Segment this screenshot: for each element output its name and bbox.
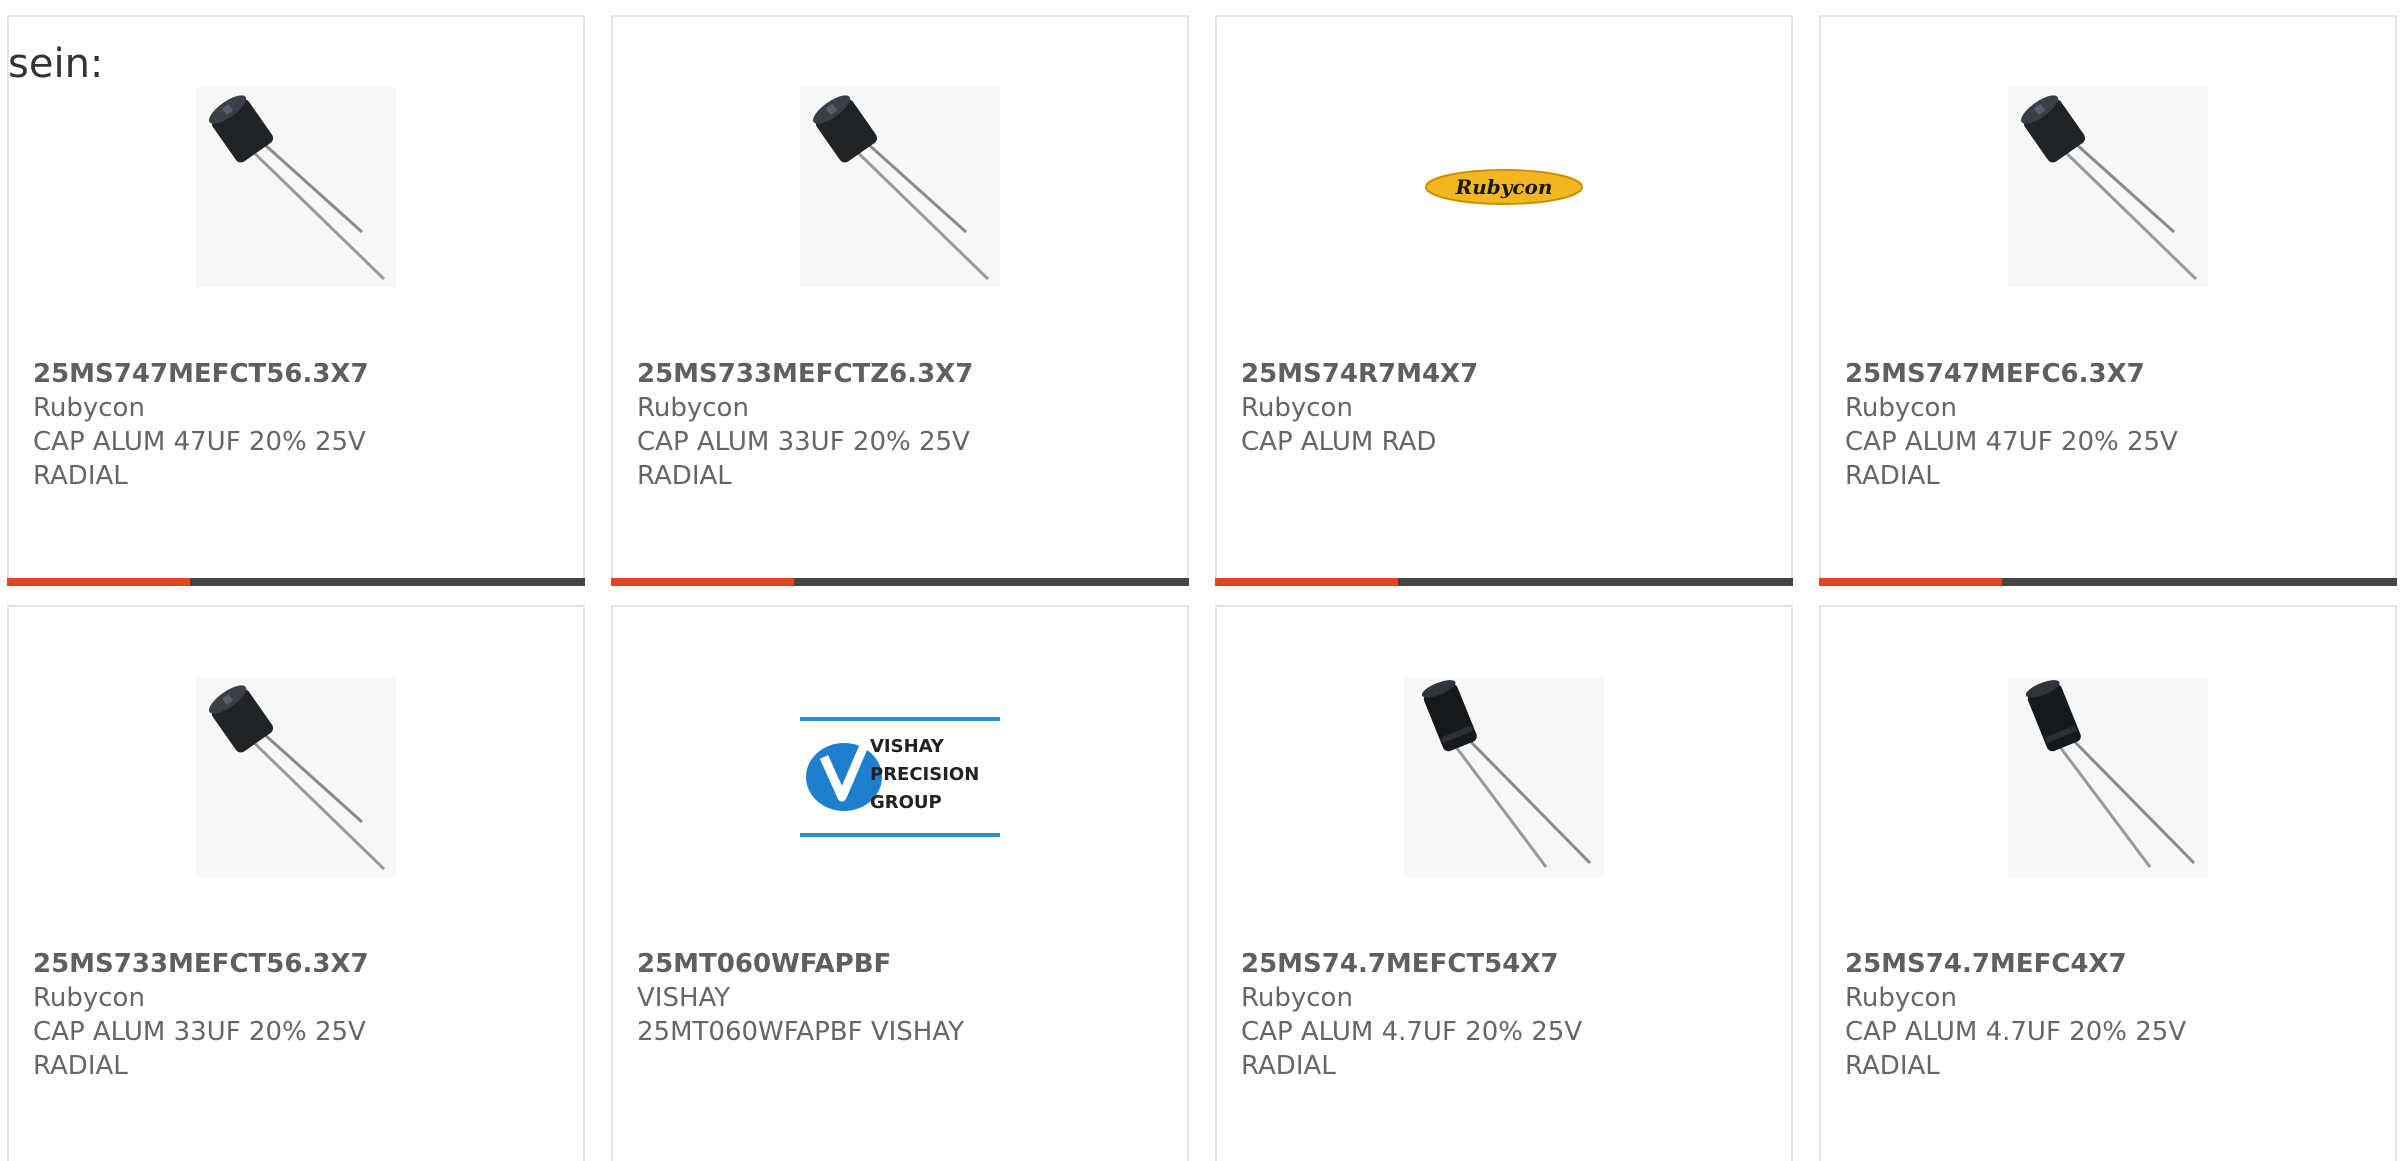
manufacturer: Rubycon <box>33 393 145 423</box>
part-number[interactable]: 25MS733MEFCTZ6.3X7 <box>637 357 1167 391</box>
card-bar <box>611 578 1189 586</box>
product-info: 25MS74R7M4X7 Rubycon CAP ALUM RAD <box>1241 357 1771 459</box>
description: CAP ALUM 33UF 20% 25V RADIAL <box>33 1017 366 1081</box>
product-card[interactable]: 25MS747MEFCT56.3X7 Rubycon CAP ALUM 47UF… <box>7 15 585 586</box>
vishay-logo-line-2: PRECISION <box>870 764 979 785</box>
product-card[interactable]: VISHAY PRECISION GROUP 25MT060WFAPBF VIS… <box>611 605 1189 1161</box>
description: CAP ALUM 47UF 20% 25V RADIAL <box>33 427 366 491</box>
rubycon-logo-text: Rubycon <box>1455 175 1553 199</box>
card-bar-accent <box>1819 578 2002 586</box>
capacitor-tall-icon[interactable] <box>1404 677 1604 877</box>
product-info: 25MS74.7MEFC4X7 Rubycon CAP ALUM 4.7UF 2… <box>1845 947 2375 1083</box>
card-bar-accent <box>7 578 190 586</box>
product-card[interactable]: 25MS74.7MEFC4X7 Rubycon CAP ALUM 4.7UF 2… <box>1819 605 2397 1161</box>
card-bar-accent <box>1215 578 1398 586</box>
capacitor-icon[interactable] <box>2008 87 2208 287</box>
part-number[interactable]: 25MS74.7MEFCT54X7 <box>1241 947 1771 981</box>
card-bar-accent <box>611 578 794 586</box>
product-info: 25MS747MEFCT56.3X7 Rubycon CAP ALUM 47UF… <box>33 357 563 493</box>
description: CAP ALUM 4.7UF 20% 25V RADIAL <box>1241 1017 1583 1081</box>
description: CAP ALUM 47UF 20% 25V RADIAL <box>1845 427 2178 491</box>
manufacturer: Rubycon <box>637 393 749 423</box>
manufacturer: Rubycon <box>1241 393 1353 423</box>
product-info: 25MS74.7MEFCT54X7 Rubycon CAP ALUM 4.7UF… <box>1241 947 1771 1083</box>
product-info: 25MS747MEFC6.3X7 Rubycon CAP ALUM 47UF 2… <box>1845 357 2375 493</box>
card-bar <box>1819 578 2397 586</box>
product-card[interactable]: 25MS733MEFCT56.3X7 Rubycon CAP ALUM 33UF… <box>7 605 585 1161</box>
product-info: 25MT060WFAPBF VISHAY 25MT060WFAPBF VISHA… <box>637 947 1167 1049</box>
manufacturer: Rubycon <box>1845 983 1957 1013</box>
product-card[interactable]: 25MS733MEFCTZ6.3X7 Rubycon CAP ALUM 33UF… <box>611 15 1189 586</box>
vishay-logo-line-1: VISHAY <box>870 736 945 757</box>
manufacturer: VISHAY <box>637 983 731 1013</box>
description: CAP ALUM 4.7UF 20% 25V RADIAL <box>1845 1017 2187 1081</box>
part-number[interactable]: 25MT060WFAPBF <box>637 947 1167 981</box>
product-card[interactable]: Rubycon 25MS74R7M4X7 Rubycon CAP ALUM RA… <box>1215 15 1793 586</box>
product-info: 25MS733MEFCTZ6.3X7 Rubycon CAP ALUM 33UF… <box>637 357 1167 493</box>
card-bar <box>7 578 585 586</box>
rubycon-logo[interactable]: Rubycon <box>1404 87 1604 287</box>
capacitor-icon[interactable] <box>800 87 1000 287</box>
product-card[interactable]: 25MS747MEFC6.3X7 Rubycon CAP ALUM 47UF 2… <box>1819 15 2397 586</box>
part-number[interactable]: 25MS733MEFCT56.3X7 <box>33 947 563 981</box>
part-number[interactable]: 25MS747MEFCT56.3X7 <box>33 357 563 391</box>
manufacturer: Rubycon <box>1845 393 1957 423</box>
intro-text: sein: <box>8 41 104 87</box>
part-number[interactable]: 25MS747MEFC6.3X7 <box>1845 357 2375 391</box>
description: CAP ALUM RAD <box>1241 427 1437 457</box>
manufacturer: Rubycon <box>1241 983 1353 1013</box>
vishay-logo[interactable]: VISHAY PRECISION GROUP <box>800 677 1000 877</box>
capacitor-tall-icon[interactable] <box>2008 677 2208 877</box>
part-number[interactable]: 25MS74.7MEFC4X7 <box>1845 947 2375 981</box>
capacitor-icon[interactable] <box>196 677 396 877</box>
part-number[interactable]: 25MS74R7M4X7 <box>1241 357 1771 391</box>
product-info: 25MS733MEFCT56.3X7 Rubycon CAP ALUM 33UF… <box>33 947 563 1083</box>
description: CAP ALUM 33UF 20% 25V RADIAL <box>637 427 970 491</box>
card-bar <box>1215 578 1793 586</box>
capacitor-icon[interactable] <box>196 87 396 287</box>
manufacturer: Rubycon <box>33 983 145 1013</box>
product-card[interactable]: 25MS74.7MEFCT54X7 Rubycon CAP ALUM 4.7UF… <box>1215 605 1793 1161</box>
description: 25MT060WFAPBF VISHAY <box>637 1017 964 1047</box>
vishay-logo-line-3: GROUP <box>870 792 942 813</box>
